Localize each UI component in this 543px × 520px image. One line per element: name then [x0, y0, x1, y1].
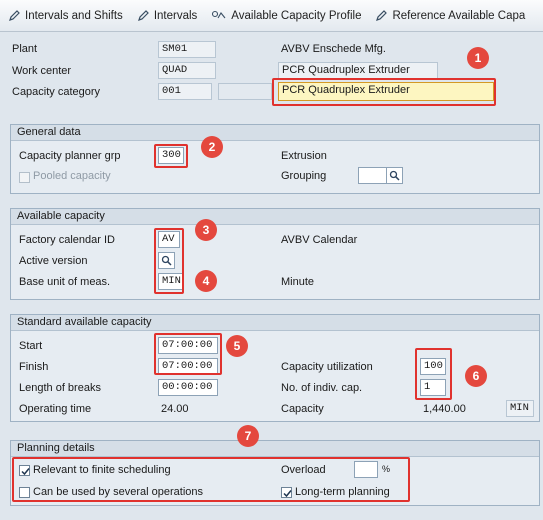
- grouping-label: Grouping: [281, 170, 327, 182]
- base-unit-description: Minute: [281, 276, 315, 288]
- annotation-badge-3: 3: [195, 219, 217, 241]
- intervals-and-shifts-button[interactable]: Intervals and Shifts: [8, 9, 123, 22]
- finish-label: Finish: [19, 361, 49, 373]
- highlight-box-5: [154, 333, 222, 375]
- capacity-planner-grp-label: Capacity planner grp: [19, 150, 121, 162]
- highlight-box-2: [154, 144, 188, 168]
- start-label: Start: [19, 340, 43, 352]
- length-of-breaks-label: Length of breaks: [19, 382, 101, 394]
- search-icon: [389, 170, 400, 181]
- pooled-capacity-label: Pooled capacity: [33, 170, 111, 182]
- capacity-planner-grp-description: Extrusion: [281, 150, 327, 162]
- operating-time-label: Operating time: [19, 403, 92, 415]
- capacity-category-extra-field[interactable]: [218, 83, 272, 100]
- pencil-icon: [376, 10, 388, 21]
- highlight-box-6: [415, 348, 452, 400]
- general-data-title: General data: [11, 125, 539, 141]
- annotation-badge-5: 5: [226, 335, 248, 357]
- pencil-icon: [137, 10, 149, 21]
- active-version-label: Active version: [19, 255, 88, 267]
- intervals-button[interactable]: Intervals: [137, 9, 197, 22]
- planning-details-title: Planning details: [11, 441, 539, 457]
- capacity-category-field[interactable]: 001: [158, 83, 212, 100]
- annotation-badge-2: 2: [201, 136, 223, 158]
- available-capacity-title: Available capacity: [11, 209, 539, 225]
- intervals-and-shifts-label: Intervals and Shifts: [25, 9, 123, 22]
- reference-available-capacity-label: Reference Available Capa: [392, 9, 526, 22]
- length-of-breaks-field[interactable]: 00:00:00: [158, 379, 218, 396]
- work-center-label: Work center: [12, 65, 72, 77]
- pooled-capacity-checkbox[interactable]: [19, 172, 30, 183]
- capacity-value: 1,440.00: [423, 403, 466, 415]
- plant-description: AVBV Enschede Mfg.: [281, 43, 386, 55]
- annotation-badge-7: 7: [237, 425, 259, 447]
- grouping-search-button[interactable]: [386, 167, 403, 184]
- highlight-box-7: [12, 457, 410, 502]
- highlight-box-1: [272, 78, 496, 106]
- factory-calendar-label: Factory calendar ID: [19, 234, 115, 246]
- capacity-unit-field[interactable]: MIN: [506, 400, 534, 417]
- factory-calendar-description: AVBV Calendar: [281, 234, 358, 246]
- available-capacity-profile-button[interactable]: Available Capacity Profile: [211, 9, 361, 22]
- plant-label: Plant: [12, 43, 38, 55]
- capacity-category-label: Capacity category: [12, 86, 101, 98]
- work-center-description-field[interactable]: PCR Quadruplex Extruder: [278, 62, 438, 79]
- indiv-cap-label: No. of indiv. cap.: [281, 382, 363, 394]
- pencil-icon: [9, 10, 20, 21]
- annotation-badge-4: 4: [195, 270, 217, 292]
- reference-available-capacity-button[interactable]: Reference Available Capa: [375, 9, 525, 22]
- highlight-box-3-4: [154, 228, 184, 294]
- standard-available-capacity-title: Standard available capacity: [11, 315, 539, 331]
- profile-icon: [212, 10, 226, 19]
- annotation-badge-1: 1: [467, 47, 489, 69]
- work-center-field[interactable]: QUAD: [158, 62, 216, 79]
- plant-field[interactable]: SM01: [158, 41, 216, 58]
- base-unit-label: Base unit of meas.: [19, 276, 111, 288]
- intervals-label: Intervals: [153, 9, 198, 22]
- operating-time-value: 24.00: [161, 403, 189, 415]
- capacity-label: Capacity: [281, 403, 324, 415]
- grouping-field[interactable]: [358, 167, 388, 184]
- application-toolbar: Intervals and Shifts Intervals Available…: [0, 0, 543, 32]
- annotation-badge-6: 6: [465, 365, 487, 387]
- capacity-utilization-label: Capacity utilization: [281, 361, 373, 373]
- available-capacity-profile-label: Available Capacity Profile: [231, 9, 362, 22]
